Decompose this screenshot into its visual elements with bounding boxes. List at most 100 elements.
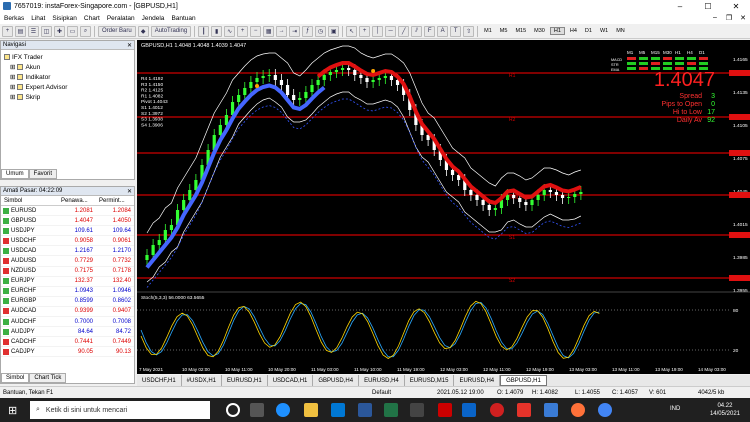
chart-tab[interactable]: EURUSD,M15 xyxy=(405,375,455,386)
market-row[interactable]: NZDUSD 0.7175 0.7178 xyxy=(1,267,134,277)
market-row[interactable]: AUDJPY 84.64 84.72 xyxy=(1,327,134,338)
meta-editor-icon[interactable]: ◆ xyxy=(137,25,149,37)
cursor-icon[interactable]: ↖ xyxy=(346,25,358,37)
tester-icon[interactable]: ⌕ xyxy=(80,25,91,37)
metatrader-icon[interactable] xyxy=(544,403,558,417)
chart-tab[interactable]: EURUSD,H4 xyxy=(454,375,501,386)
zoom-out-icon[interactable]: − xyxy=(250,25,262,37)
chart-tab[interactable]: USDCHF,H1 xyxy=(137,375,182,386)
hline-icon[interactable]: ─ xyxy=(385,25,397,37)
timeframe-h1[interactable]: H1 xyxy=(549,27,565,35)
channel-icon[interactable]: ⫽ xyxy=(411,25,423,37)
minimize-button[interactable]: – xyxy=(666,2,694,11)
child-restore-button[interactable]: ❐ xyxy=(722,14,736,22)
market-row[interactable]: AUDUSD 0.7729 0.7732 xyxy=(1,256,134,267)
column-ask[interactable]: Permint... xyxy=(96,198,134,204)
indicators-icon[interactable]: ƒ xyxy=(302,25,314,37)
market-row[interactable]: EURJPY 132.37 132.40 xyxy=(1,277,134,287)
app-icon[interactable] xyxy=(462,403,476,417)
tree-item-scripts[interactable]: ⊞ Skrip xyxy=(10,92,131,102)
market-row[interactable]: USDCHF 0.9058 0.9061 xyxy=(1,236,134,247)
arrows-icon[interactable]: ⇧ xyxy=(463,25,475,37)
app-icon[interactable] xyxy=(438,403,452,417)
file-explorer-icon[interactable] xyxy=(304,403,318,417)
chart-window[interactable]: GBPUSD,H1 1.4048 1.4048 1.4039 1.4047 R1 R… xyxy=(137,40,750,374)
language-indicator[interactable]: IND xyxy=(670,406,680,412)
close-button[interactable]: ✕ xyxy=(722,2,750,11)
excel-icon[interactable] xyxy=(384,403,398,417)
templates-icon[interactable]: ▣ xyxy=(328,25,340,37)
maximize-button[interactable]: ☐ xyxy=(694,2,722,11)
chart-tab-active[interactable]: GBPUSD,H1 xyxy=(500,375,547,386)
timeframe-m1[interactable]: M1 xyxy=(481,28,495,34)
market-row[interactable]: USDJPY 109.61 109.64 xyxy=(1,226,134,237)
period-icon[interactable]: ◷ xyxy=(315,25,327,37)
new-chart-icon[interactable]: + xyxy=(2,25,13,37)
shift-icon[interactable]: ⇥ xyxy=(289,25,301,37)
market-row[interactable]: EURCHF 1.0943 1.0946 xyxy=(1,287,134,297)
expand-icon[interactable]: ⊞ xyxy=(10,63,15,71)
label-icon[interactable]: T xyxy=(450,25,462,37)
firefox-icon[interactable] xyxy=(571,403,585,417)
bar-chart-icon[interactable]: ┃ xyxy=(198,25,210,37)
tree-item-indicators[interactable]: ⊞ Indikator xyxy=(10,72,131,82)
cortana-icon[interactable] xyxy=(226,403,240,417)
tab-common[interactable]: Umum xyxy=(1,169,29,179)
tree-item-accounts[interactable]: ⊞ Akun xyxy=(10,62,131,72)
tab-favorites[interactable]: Favorit xyxy=(28,169,58,179)
menu-window[interactable]: Jendela xyxy=(142,15,172,22)
system-clock[interactable]: 04.22 14/05/2021 xyxy=(710,402,740,418)
tile-icon[interactable]: ▦ xyxy=(263,25,275,37)
word-icon[interactable] xyxy=(358,403,372,417)
market-row[interactable]: USDCAD 1.2167 1.2170 xyxy=(1,246,134,257)
price-chart[interactable]: GBPUSD,H1 1.4048 1.4048 1.4039 1.4047 R1 R… xyxy=(137,40,750,374)
tree-item-expert-advisors[interactable]: ⊞ Expert Advisor xyxy=(10,82,131,92)
close-icon[interactable]: ✕ xyxy=(127,42,132,49)
expand-icon[interactable]: ⊞ xyxy=(10,83,15,91)
app-icon[interactable] xyxy=(490,403,504,417)
taskbar-search[interactable]: ⌕ Ketik di sini untuk mencari xyxy=(30,401,210,419)
timeframe-d1[interactable]: D1 xyxy=(582,28,595,34)
chart-tab[interactable]: EURUSD,H1 xyxy=(222,375,268,386)
zoom-in-icon[interactable]: + xyxy=(237,25,249,37)
crosshair-icon[interactable]: + xyxy=(359,25,371,37)
market-row[interactable]: AUDCAD 0.9399 0.9407 xyxy=(1,307,134,318)
market-row[interactable]: CADJPY 90.05 90.13 xyxy=(1,347,134,358)
child-close-button[interactable]: ✕ xyxy=(736,14,750,22)
terminal-icon[interactable]: ▭ xyxy=(67,25,78,37)
menu-chart[interactable]: Chart xyxy=(84,15,107,22)
autoscroll-icon[interactable]: → xyxy=(276,25,288,37)
app-icon[interactable] xyxy=(410,403,424,417)
menu-tools[interactable]: Peralatan xyxy=(107,15,142,22)
tree-item-ifx-trader[interactable]: IFX Trader xyxy=(4,52,131,62)
tab-symbols[interactable]: Simbol xyxy=(1,373,30,383)
store-icon[interactable] xyxy=(331,403,345,417)
fibo-icon[interactable]: F xyxy=(424,25,436,37)
column-bid[interactable]: Penawa... xyxy=(58,198,96,204)
menu-view[interactable]: Lihat xyxy=(31,15,52,22)
market-row[interactable]: EURGBP 0.8599 0.8602 xyxy=(1,297,134,307)
edge-icon[interactable] xyxy=(276,403,290,417)
menu-insert[interactable]: Sisipkan xyxy=(52,15,84,22)
expand-icon[interactable]: ⊞ xyxy=(10,73,15,81)
menu-file[interactable]: Berkas xyxy=(4,15,31,22)
column-symbol[interactable]: Simbol xyxy=(1,198,58,204)
autotrading-button[interactable]: AutoTrading xyxy=(150,25,192,37)
chrome-icon[interactable] xyxy=(598,403,612,417)
tab-tick-chart[interactable]: Chart Tick xyxy=(29,373,67,383)
market-watch-icon[interactable]: ☰ xyxy=(28,25,39,37)
expand-icon[interactable]: ⊞ xyxy=(10,93,15,101)
chart-tab[interactable]: USDCAD,H1 xyxy=(268,375,314,386)
chart-tab[interactable]: EURUSD,H4 xyxy=(359,375,405,386)
chart-tab[interactable]: GBPUSD,H4 xyxy=(313,375,360,386)
market-row[interactable]: EURUSD 1.2081 1.2084 xyxy=(1,206,134,217)
text-icon[interactable]: A xyxy=(437,25,449,37)
close-icon[interactable]: ✕ xyxy=(127,188,132,195)
timeframe-m5[interactable]: M5 xyxy=(497,28,511,34)
timeframe-w1[interactable]: W1 xyxy=(597,28,611,34)
pdf-icon[interactable] xyxy=(517,403,531,417)
windows-start-icon[interactable]: ⊞ xyxy=(8,404,17,417)
trendline-icon[interactable]: ╱ xyxy=(398,25,410,37)
profiles-icon[interactable]: ▤ xyxy=(15,25,26,37)
timeframe-m15[interactable]: M15 xyxy=(512,28,529,34)
